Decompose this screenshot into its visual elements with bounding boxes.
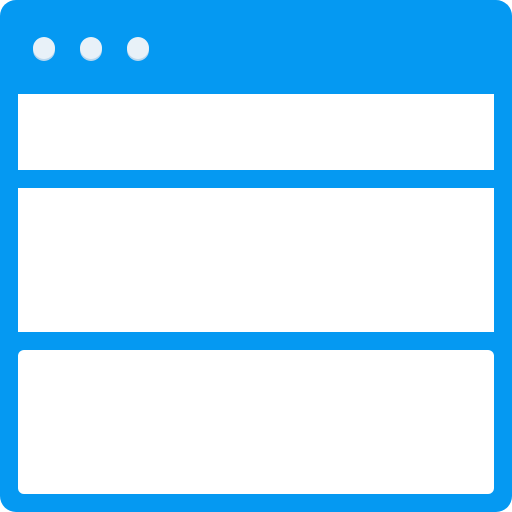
content-panel-middle: [18, 188, 494, 332]
window-controls: [33, 37, 149, 61]
window-dot-3: [127, 37, 149, 61]
content-panel-bottom: [18, 350, 494, 494]
browser-window-icon: [0, 0, 512, 512]
window-dot-2: [80, 37, 102, 61]
window-dot-1: [33, 37, 55, 61]
content-panel-top: [18, 94, 494, 170]
